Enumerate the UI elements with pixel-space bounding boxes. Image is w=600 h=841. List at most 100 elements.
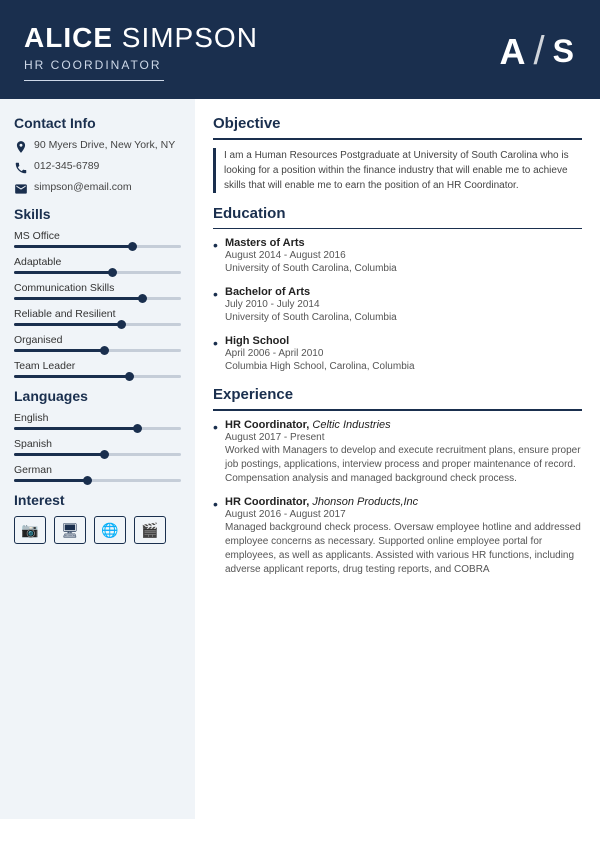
contact-phone: 012-345-6789 [14, 160, 181, 175]
first-name: ALICE [24, 22, 113, 53]
body: Contact Info 90 Myers Drive, New York, N… [0, 99, 600, 819]
experience-divider [213, 409, 582, 411]
skill-bar-fill [14, 271, 114, 274]
header-name-block: ALICE SIMPSON HR COORDINATOR [24, 22, 258, 81]
skill-bar-fill [14, 375, 131, 378]
education-divider [213, 228, 582, 230]
skill-bar-bg [14, 375, 181, 378]
skill-item: Communication Skills [14, 282, 181, 300]
exp-desc: Worked with Managers to develop and exec… [225, 444, 582, 486]
edu-dates: July 2010 - July 2014 [225, 299, 582, 310]
exp-company: Jhonson Products,Inc [312, 496, 418, 508]
skill-item: Reliable and Resilient [14, 308, 181, 326]
language-bar-fill [14, 453, 106, 456]
skill-bar-bg [14, 349, 181, 352]
exp-desc: Managed background check process. Oversa… [225, 521, 582, 577]
objective-text: I am a Human Resources Postgraduate at U… [213, 148, 582, 193]
languages-section-title: Languages [14, 388, 181, 404]
main-content: Objective I am a Human Resources Postgra… [195, 99, 600, 819]
skill-item: Organised [14, 334, 181, 352]
phone-text: 012-345-6789 [34, 160, 99, 172]
exp-title: HR Coordinator, Celtic Industries [225, 419, 582, 431]
phone-icon [14, 161, 28, 175]
skill-bar-fill [14, 323, 123, 326]
camera-icon: 📷 [14, 516, 46, 544]
interest-section-title: Interest [14, 492, 181, 508]
education-title: Education [213, 205, 582, 222]
skill-name: Organised [14, 334, 181, 346]
interest-list: 📷 🖥 🌐 🎬 [14, 516, 181, 544]
language-bar-bg [14, 479, 181, 482]
slash-divider: / [534, 29, 547, 74]
edu-dates: August 2014 - August 2016 [225, 250, 582, 261]
email-icon [14, 182, 28, 196]
contact-section-title: Contact Info [14, 115, 181, 131]
skill-name: Team Leader [14, 360, 181, 372]
edu-dates: April 2006 - April 2010 [225, 348, 582, 359]
education-item: High School April 2006 - April 2010 Colu… [213, 335, 582, 374]
edu-school: University of South Carolina, Columbia [225, 262, 582, 276]
language-bar-bg [14, 427, 181, 430]
language-bar-bg [14, 453, 181, 456]
language-name: Spanish [14, 438, 181, 450]
skill-bar-fill [14, 349, 106, 352]
experience-item: HR Coordinator, Celtic Industries August… [213, 419, 582, 486]
video-icon: 🎬 [134, 516, 166, 544]
edu-degree: Bachelor of Arts [225, 286, 582, 298]
experience-title: Experience [213, 386, 582, 403]
header: ALICE SIMPSON HR COORDINATOR A / S [0, 0, 600, 99]
education-item: Masters of Arts August 2014 - August 201… [213, 237, 582, 276]
skill-name: MS Office [14, 230, 181, 242]
skills-section-title: Skills [14, 206, 181, 222]
skill-item: Adaptable [14, 256, 181, 274]
last-name: SIMPSON [122, 22, 258, 53]
skills-list: MS Office Adaptable Communication Skills… [14, 230, 181, 378]
language-item: English [14, 412, 181, 430]
exp-dates: August 2017 - Present [225, 432, 582, 443]
exp-company: Celtic Industries [312, 419, 390, 431]
skill-bar-fill [14, 245, 134, 248]
objective-divider [213, 138, 582, 140]
language-name: English [14, 412, 181, 424]
edu-school: University of South Carolina, Columbia [225, 311, 582, 325]
experience-list: HR Coordinator, Celtic Industries August… [213, 419, 582, 577]
contact-email: simpson@email.com [14, 181, 181, 196]
header-underline [24, 80, 164, 81]
education-list: Masters of Arts August 2014 - August 201… [213, 237, 582, 374]
education-item: Bachelor of Arts July 2010 - July 2014 U… [213, 286, 582, 325]
sidebar: Contact Info 90 Myers Drive, New York, N… [0, 99, 195, 819]
skill-bar-fill [14, 297, 144, 300]
objective-title: Objective [213, 115, 582, 132]
edu-degree: High School [225, 335, 582, 347]
skill-name: Adaptable [14, 256, 181, 268]
skill-name: Reliable and Resilient [14, 308, 181, 320]
contact-address: 90 Myers Drive, New York, NY [14, 139, 181, 154]
languages-list: English Spanish German [14, 412, 181, 482]
initial-s: S [553, 33, 576, 70]
experience-item: HR Coordinator, Jhonson Products,Inc Aug… [213, 496, 582, 577]
initial-a: A [500, 31, 528, 73]
full-name: ALICE SIMPSON [24, 22, 258, 54]
exp-title: HR Coordinator, Jhonson Products,Inc [225, 496, 582, 508]
skill-bar-bg [14, 323, 181, 326]
header-initials: A / S [500, 29, 576, 74]
computer-icon: 🖥 [54, 516, 86, 544]
edu-school: Columbia High School, Carolina, Columbia [225, 360, 582, 374]
exp-dates: August 2016 - August 2017 [225, 509, 582, 520]
language-bar-fill [14, 479, 89, 482]
email-text: simpson@email.com [34, 181, 132, 193]
job-title: HR COORDINATOR [24, 58, 258, 72]
skill-bar-bg [14, 297, 181, 300]
skill-bar-bg [14, 245, 181, 248]
edu-degree: Masters of Arts [225, 237, 582, 249]
language-item: German [14, 464, 181, 482]
skill-bar-bg [14, 271, 181, 274]
language-name: German [14, 464, 181, 476]
globe-icon: 🌐 [94, 516, 126, 544]
skill-item: MS Office [14, 230, 181, 248]
location-icon [14, 140, 28, 154]
skill-name: Communication Skills [14, 282, 181, 294]
skill-item: Team Leader [14, 360, 181, 378]
language-bar-fill [14, 427, 139, 430]
language-item: Spanish [14, 438, 181, 456]
